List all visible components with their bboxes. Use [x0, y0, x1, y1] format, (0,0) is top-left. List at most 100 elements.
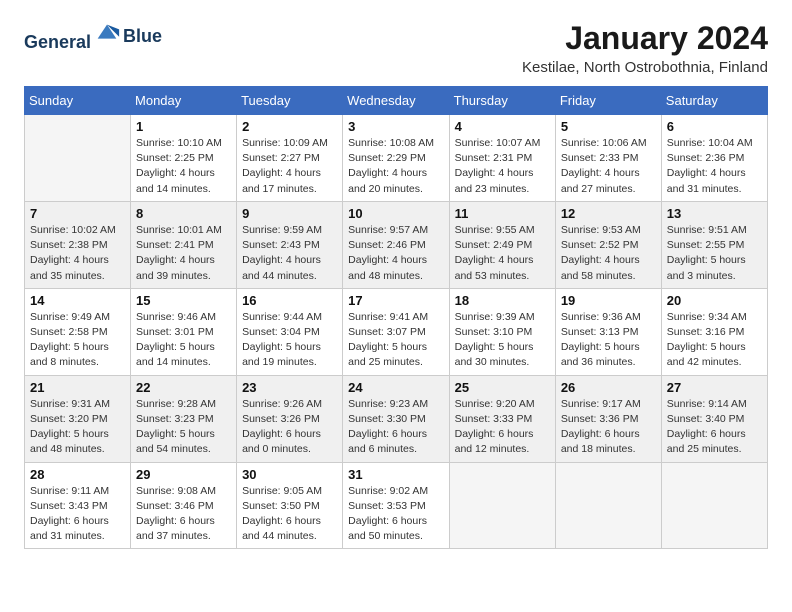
- day-number: 30: [242, 467, 337, 482]
- calendar-day-cell: 12 Sunrise: 9:53 AM Sunset: 2:52 PM Dayli…: [555, 201, 661, 288]
- day-info: Sunrise: 9:26 AM Sunset: 3:26 PM Dayligh…: [242, 397, 337, 458]
- day-number: 5: [561, 119, 656, 134]
- calendar-day-cell: 11 Sunrise: 9:55 AM Sunset: 2:49 PM Dayli…: [449, 201, 555, 288]
- day-number: 26: [561, 380, 656, 395]
- day-number: 16: [242, 293, 337, 308]
- header-cell-wednesday: Wednesday: [343, 87, 449, 115]
- day-info: Sunrise: 10:08 AM Sunset: 2:29 PM Daylig…: [348, 136, 443, 197]
- calendar-header-row: SundayMondayTuesdayWednesdayThursdayFrid…: [25, 87, 768, 115]
- day-info: Sunrise: 9:57 AM Sunset: 2:46 PM Dayligh…: [348, 223, 443, 284]
- day-number: 17: [348, 293, 443, 308]
- day-info: Sunrise: 10:06 AM Sunset: 2:33 PM Daylig…: [561, 136, 656, 197]
- header: General Blue January 2024 Kestilae, Nort…: [24, 20, 768, 76]
- calendar-week-row: 14 Sunrise: 9:49 AM Sunset: 2:58 PM Dayli…: [25, 288, 768, 375]
- day-number: 20: [667, 293, 762, 308]
- day-info: Sunrise: 9:14 AM Sunset: 3:40 PM Dayligh…: [667, 397, 762, 458]
- calendar-day-cell: [25, 115, 131, 202]
- month-title: January 2024: [522, 20, 768, 57]
- day-number: 12: [561, 206, 656, 221]
- calendar-day-cell: 5 Sunrise: 10:06 AM Sunset: 2:33 PM Dayli…: [555, 115, 661, 202]
- calendar-day-cell: 17 Sunrise: 9:41 AM Sunset: 3:07 PM Dayli…: [343, 288, 449, 375]
- calendar-day-cell: 15 Sunrise: 9:46 AM Sunset: 3:01 PM Dayli…: [131, 288, 237, 375]
- day-number: 4: [455, 119, 550, 134]
- calendar-day-cell: 30 Sunrise: 9:05 AM Sunset: 3:50 PM Dayli…: [237, 462, 343, 549]
- logo-icon: [93, 20, 121, 48]
- day-info: Sunrise: 9:20 AM Sunset: 3:33 PM Dayligh…: [455, 397, 550, 458]
- calendar-day-cell: 29 Sunrise: 9:08 AM Sunset: 3:46 PM Dayli…: [131, 462, 237, 549]
- day-info: Sunrise: 10:01 AM Sunset: 2:41 PM Daylig…: [136, 223, 231, 284]
- calendar-day-cell: 9 Sunrise: 9:59 AM Sunset: 2:43 PM Daylig…: [237, 201, 343, 288]
- day-number: 28: [30, 467, 125, 482]
- calendar-day-cell: 26 Sunrise: 9:17 AM Sunset: 3:36 PM Dayli…: [555, 375, 661, 462]
- day-info: Sunrise: 9:05 AM Sunset: 3:50 PM Dayligh…: [242, 484, 337, 545]
- calendar-day-cell: 21Sunrise: 9:31 AM Sunset: 3:20 PM Dayli…: [25, 375, 131, 462]
- day-number: 2: [242, 119, 337, 134]
- day-number: 23: [242, 380, 337, 395]
- calendar-week-row: 21Sunrise: 9:31 AM Sunset: 3:20 PM Dayli…: [25, 375, 768, 462]
- calendar-day-cell: 3Sunrise: 10:08 AM Sunset: 2:29 PM Dayli…: [343, 115, 449, 202]
- day-number: 11: [455, 206, 550, 221]
- calendar-day-cell: 31Sunrise: 9:02 AM Sunset: 3:53 PM Dayli…: [343, 462, 449, 549]
- calendar-day-cell: 2 Sunrise: 10:09 AM Sunset: 2:27 PM Dayli…: [237, 115, 343, 202]
- calendar-day-cell: 24Sunrise: 9:23 AM Sunset: 3:30 PM Dayli…: [343, 375, 449, 462]
- calendar-day-cell: 7Sunrise: 10:02 AM Sunset: 2:38 PM Dayli…: [25, 201, 131, 288]
- day-info: Sunrise: 9:31 AM Sunset: 3:20 PM Dayligh…: [30, 397, 125, 458]
- day-info: Sunrise: 9:23 AM Sunset: 3:30 PM Dayligh…: [348, 397, 443, 458]
- calendar-table: SundayMondayTuesdayWednesdayThursdayFrid…: [24, 86, 768, 549]
- day-info: Sunrise: 9:17 AM Sunset: 3:36 PM Dayligh…: [561, 397, 656, 458]
- day-number: 25: [455, 380, 550, 395]
- day-number: 15: [136, 293, 231, 308]
- header-cell-sunday: Sunday: [25, 87, 131, 115]
- title-area: January 2024 Kestilae, North Ostrobothni…: [522, 20, 768, 76]
- calendar-day-cell: 16 Sunrise: 9:44 AM Sunset: 3:04 PM Dayli…: [237, 288, 343, 375]
- day-number: 29: [136, 467, 231, 482]
- calendar-day-cell: 1 Sunrise: 10:10 AM Sunset: 2:25 PM Dayli…: [131, 115, 237, 202]
- day-info: Sunrise: 10:10 AM Sunset: 2:25 PM Daylig…: [136, 136, 231, 197]
- header-cell-monday: Monday: [131, 87, 237, 115]
- header-cell-tuesday: Tuesday: [237, 87, 343, 115]
- calendar-day-cell: 28 Sunrise: 9:11 AM Sunset: 3:43 PM Dayli…: [25, 462, 131, 549]
- day-info: Sunrise: 10:04 AM Sunset: 2:36 PM Daylig…: [667, 136, 762, 197]
- calendar-day-cell: 6 Sunrise: 10:04 AM Sunset: 2:36 PM Dayli…: [661, 115, 767, 202]
- day-number: 9: [242, 206, 337, 221]
- day-info: Sunrise: 9:34 AM Sunset: 3:16 PM Dayligh…: [667, 310, 762, 371]
- day-info: Sunrise: 9:08 AM Sunset: 3:46 PM Dayligh…: [136, 484, 231, 545]
- day-info: Sunrise: 9:41 AM Sunset: 3:07 PM Dayligh…: [348, 310, 443, 371]
- calendar-day-cell: 20 Sunrise: 9:34 AM Sunset: 3:16 PM Dayli…: [661, 288, 767, 375]
- day-number: 1: [136, 119, 231, 134]
- calendar-day-cell: 22 Sunrise: 9:28 AM Sunset: 3:23 PM Dayli…: [131, 375, 237, 462]
- calendar-day-cell: 8 Sunrise: 10:01 AM Sunset: 2:41 PM Dayli…: [131, 201, 237, 288]
- calendar-day-cell: 19Sunrise: 9:36 AM Sunset: 3:13 PM Dayli…: [555, 288, 661, 375]
- day-number: 8: [136, 206, 231, 221]
- day-info: Sunrise: 10:02 AM Sunset: 2:38 PM Daylig…: [30, 223, 125, 284]
- day-info: Sunrise: 9:44 AM Sunset: 3:04 PM Dayligh…: [242, 310, 337, 371]
- day-info: Sunrise: 9:02 AM Sunset: 3:53 PM Dayligh…: [348, 484, 443, 545]
- day-number: 10: [348, 206, 443, 221]
- calendar-day-cell: [661, 462, 767, 549]
- day-info: Sunrise: 9:55 AM Sunset: 2:49 PM Dayligh…: [455, 223, 550, 284]
- day-info: Sunrise: 10:09 AM Sunset: 2:27 PM Daylig…: [242, 136, 337, 197]
- day-number: 19: [561, 293, 656, 308]
- day-info: Sunrise: 9:53 AM Sunset: 2:52 PM Dayligh…: [561, 223, 656, 284]
- calendar-day-cell: 18Sunrise: 9:39 AM Sunset: 3:10 PM Dayli…: [449, 288, 555, 375]
- calendar-day-cell: 23 Sunrise: 9:26 AM Sunset: 3:26 PM Dayli…: [237, 375, 343, 462]
- day-number: 27: [667, 380, 762, 395]
- day-number: 22: [136, 380, 231, 395]
- day-number: 13: [667, 206, 762, 221]
- day-info: Sunrise: 9:11 AM Sunset: 3:43 PM Dayligh…: [30, 484, 125, 545]
- day-info: Sunrise: 9:59 AM Sunset: 2:43 PM Dayligh…: [242, 223, 337, 284]
- calendar-day-cell: 14 Sunrise: 9:49 AM Sunset: 2:58 PM Dayli…: [25, 288, 131, 375]
- calendar-week-row: 7Sunrise: 10:02 AM Sunset: 2:38 PM Dayli…: [25, 201, 768, 288]
- logo: General Blue: [24, 20, 162, 53]
- calendar-day-cell: 25 Sunrise: 9:20 AM Sunset: 3:33 PM Dayli…: [449, 375, 555, 462]
- day-number: 6: [667, 119, 762, 134]
- day-info: Sunrise: 9:46 AM Sunset: 3:01 PM Dayligh…: [136, 310, 231, 371]
- header-cell-friday: Friday: [555, 87, 661, 115]
- header-cell-saturday: Saturday: [661, 87, 767, 115]
- day-number: 14: [30, 293, 125, 308]
- calendar-day-cell: 27 Sunrise: 9:14 AM Sunset: 3:40 PM Dayli…: [661, 375, 767, 462]
- calendar-week-row: 28 Sunrise: 9:11 AM Sunset: 3:43 PM Dayli…: [25, 462, 768, 549]
- day-info: Sunrise: 9:28 AM Sunset: 3:23 PM Dayligh…: [136, 397, 231, 458]
- day-info: Sunrise: 9:49 AM Sunset: 2:58 PM Dayligh…: [30, 310, 125, 371]
- day-info: Sunrise: 9:51 AM Sunset: 2:55 PM Dayligh…: [667, 223, 762, 284]
